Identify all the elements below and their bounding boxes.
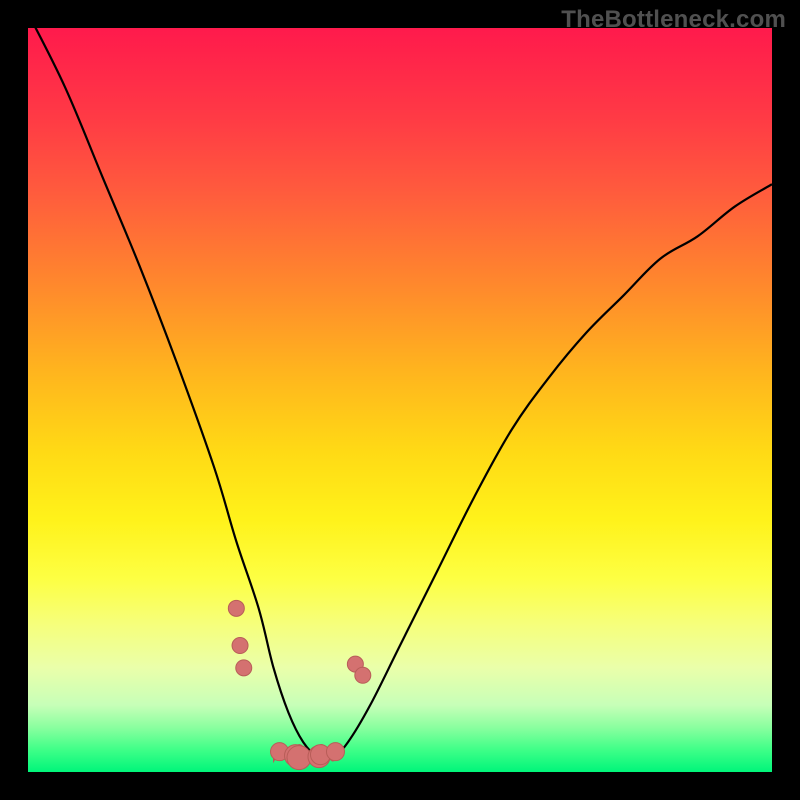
chart-frame: TheBottleneck.com <box>0 0 800 800</box>
plot-area <box>28 28 772 772</box>
main-curve <box>28 28 772 759</box>
watermark-text: TheBottleneck.com <box>561 6 786 34</box>
data-markers <box>228 600 370 769</box>
curve-svg <box>28 28 772 772</box>
